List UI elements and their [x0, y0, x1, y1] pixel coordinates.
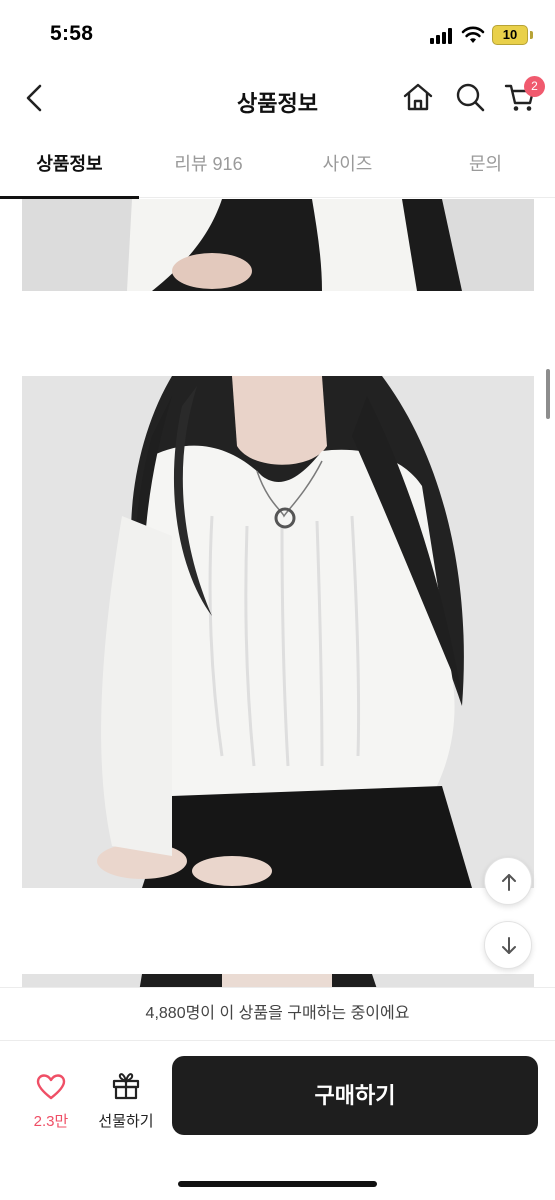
tab-product-info[interactable]: 상품정보 [0, 134, 139, 199]
gift-icon [112, 1073, 140, 1100]
search-icon[interactable] [453, 80, 487, 114]
tab-label: 문의 [468, 154, 503, 174]
cart-count-badge: 2 [524, 76, 545, 97]
tab-inquiry[interactable]: 문의 [416, 134, 555, 197]
product-photo-top-partial [22, 199, 534, 291]
gift-button[interactable]: 선물하기 [92, 1067, 160, 1139]
battery-level: 10 [502, 27, 518, 42]
battery-nub [530, 31, 533, 39]
scrollbar-thumb[interactable] [546, 369, 550, 419]
buy-button[interactable]: 구매하기 [172, 1056, 538, 1135]
tab-size[interactable]: 사이즈 [278, 134, 417, 197]
home-icon[interactable] [401, 80, 435, 114]
tab-reviews[interactable]: 리뷰 916 [139, 134, 278, 197]
scroll-up-icon [502, 874, 516, 891]
battery-icon: 10 [492, 25, 528, 45]
status-bar: 5:58 10 [0, 0, 555, 68]
cellular-signal-icon [430, 28, 454, 44]
scroll-down-button[interactable] [484, 921, 532, 969]
gift-label: 선물하기 [98, 1113, 154, 1130]
like-count: 2.3만 [33, 1113, 69, 1130]
status-time: 5:58 [50, 22, 94, 45]
product-photo-white-knit-sweater [22, 376, 534, 888]
tab-bar: 상품정보 리뷰 916 사이즈 문의 [0, 134, 555, 199]
scroll-down-icon [502, 937, 516, 954]
wifi-icon [461, 26, 485, 43]
bottom-action-bar: 2.3만 선물하기 구매하기 [0, 1040, 555, 1200]
buyer-count-notice: 4,880명이 이 상품을 구매하는 중이에요 [0, 987, 555, 1039]
tab-label: 상품정보 [36, 154, 103, 174]
like-button[interactable]: 2.3만 [22, 1067, 80, 1139]
tab-label: 리뷰 916 [174, 154, 243, 174]
scroll-up-button[interactable] [484, 857, 532, 905]
tab-label: 사이즈 [322, 154, 373, 174]
app-header: 상품정보 [0, 68, 555, 130]
product-photo-bottom-partial [22, 974, 534, 987]
home-indicator[interactable] [178, 1181, 377, 1187]
product-detail-content[interactable] [0, 199, 555, 987]
heart-icon [36, 1074, 66, 1100]
